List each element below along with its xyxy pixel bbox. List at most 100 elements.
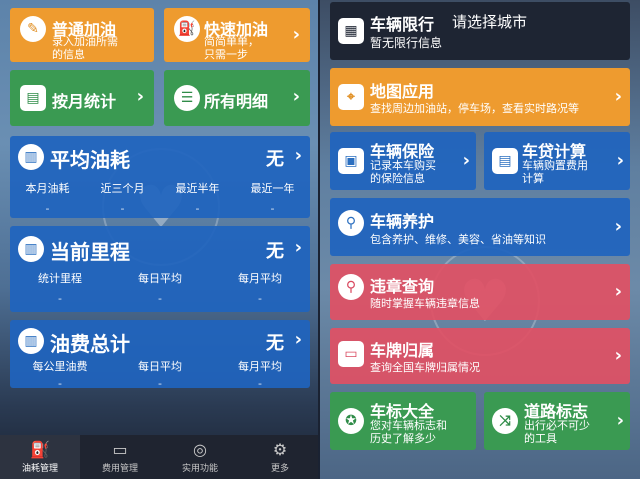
vehicle-insurance-desc-1: 记录本车购买 bbox=[370, 159, 436, 172]
calendar-icon: ▦ bbox=[338, 18, 364, 44]
map-app-title: 地图应用 bbox=[370, 82, 435, 101]
stat-daily-average: 每日平均 - bbox=[138, 272, 182, 305]
traffic-violation-query-desc: 随时掌握车辆违章信息 bbox=[370, 297, 480, 310]
chevron-right-icon: › bbox=[614, 345, 622, 366]
chevron-right-icon: › bbox=[614, 216, 622, 237]
car-logo-icon: ✪ bbox=[338, 408, 364, 434]
fuel-cost-stats: 每公里油费 - 每日平均 - 每月平均 - bbox=[10, 358, 310, 388]
search-icon: ⚲ bbox=[338, 210, 364, 236]
chevron-right-icon: › bbox=[294, 145, 302, 166]
traffic-violation-query-tile[interactable]: ⚲ 违章查询 随时掌握车辆违章信息 › bbox=[330, 264, 630, 320]
fuel-cost-total-title: 油费总计 bbox=[50, 332, 130, 356]
select-city-link[interactable]: 请选择城市 bbox=[452, 11, 527, 32]
stat-total-mileage: 统计里程 - bbox=[38, 272, 82, 305]
license-plate-icon: ▭ bbox=[338, 341, 364, 367]
fuel-cost-total-card[interactable]: ▥ 油费总计 无 › 每公里油费 - 每日平均 - 每月平均 - bbox=[10, 320, 310, 388]
chevron-right-icon: › bbox=[292, 24, 300, 45]
normal-refuel-desc-1: 录入加油所需 bbox=[52, 35, 118, 48]
map-app-tile[interactable]: ⌖ 地图应用 查找周边加油站，停车场，查看实时路况等 › bbox=[330, 68, 630, 126]
shield-card-icon: ▣ bbox=[338, 148, 364, 174]
gear-icon: ⚙ bbox=[272, 439, 288, 459]
current-mileage-title: 当前里程 bbox=[50, 240, 130, 264]
all-details-title: 所有明细 bbox=[204, 92, 269, 111]
pencil-icon: ✎ bbox=[20, 16, 46, 42]
car-logo-encyclopedia-tile[interactable]: ✪ 车标大全 您对车辆标志和 历史了解多少 bbox=[330, 392, 476, 450]
quick-refuel-desc-1: 简简单单， bbox=[204, 35, 259, 48]
normal-refuel-tile[interactable]: ✎ 普通加油 录入加油所需 的信息 bbox=[10, 8, 154, 62]
chevron-right-icon: › bbox=[614, 281, 622, 302]
license-plate-lookup-tile[interactable]: ▭ 车牌归属 查询全国车牌归属情况 › bbox=[330, 328, 630, 384]
tab-label: 更多 bbox=[270, 463, 289, 474]
stat-monthly-average: 每月平均 - bbox=[238, 272, 282, 305]
road-signs-desc-2: 的工具 bbox=[524, 432, 557, 445]
chevron-right-icon: › bbox=[292, 86, 300, 107]
bar-chart-icon: ▥ bbox=[18, 328, 44, 354]
average-fuel-value: 无 bbox=[266, 149, 284, 170]
calculator-icon: ▤ bbox=[492, 148, 518, 174]
chevron-right-icon: › bbox=[616, 410, 624, 431]
road-signs-desc-1: 出行必不可少 bbox=[524, 419, 590, 432]
compass-icon: ◎ bbox=[193, 439, 207, 459]
current-mileage-stats: 统计里程 - 每日平均 - 每月平均 - bbox=[10, 270, 310, 305]
current-mileage-card[interactable]: ▥ 当前里程 无 › 统计里程 - 每日平均 - 每月平均 - bbox=[10, 226, 310, 312]
average-fuel-card[interactable]: ▥ 平均油耗 无 › 本月油耗 - 近三个月 - 最近半年 - 最近一年 - bbox=[10, 136, 310, 218]
chevron-right-icon: › bbox=[294, 237, 302, 258]
tab-expense-management[interactable]: ▭ 费用管理 bbox=[80, 435, 160, 479]
tab-utilities[interactable]: ◎ 实用功能 bbox=[160, 435, 240, 479]
vehicle-restriction-title: 车辆限行 bbox=[370, 15, 435, 34]
vehicle-restriction-info: 暂无限行信息 bbox=[370, 36, 443, 50]
quick-refuel-desc-2: 只需一步 bbox=[204, 48, 248, 61]
monthly-stats-title: 按月统计 bbox=[52, 92, 117, 111]
map-app-desc: 查找周边加油站，停车场，查看实时路况等 bbox=[370, 102, 579, 115]
tab-label: 实用功能 bbox=[181, 463, 218, 474]
monthly-stats-tile[interactable]: ▤ 按月统计 › bbox=[10, 70, 154, 126]
license-plate-lookup-desc: 查询全国车牌归属情况 bbox=[370, 361, 480, 374]
bar-chart-icon: ▥ bbox=[18, 144, 44, 170]
tab-label: 油耗管理 bbox=[21, 463, 58, 474]
fuel-pump-icon: ⛽ bbox=[174, 16, 200, 42]
stat-cost-per-km: 每公里油费 - bbox=[32, 360, 88, 388]
vehicle-restriction-tile[interactable]: ▦ 车辆限行 请选择城市 暂无限行信息 bbox=[330, 2, 630, 60]
stat-last-year: 最近一年 - bbox=[250, 182, 295, 215]
chevron-right-icon: › bbox=[462, 150, 470, 171]
stat-last-half-year: 最近半年 - bbox=[175, 182, 220, 215]
average-fuel-stats: 本月油耗 - 近三个月 - 最近半年 - 最近一年 - bbox=[10, 180, 310, 215]
map-pin-icon: ⌖ bbox=[338, 84, 364, 110]
stat-this-month: 本月油耗 - bbox=[25, 182, 70, 215]
wallet-icon: ▭ bbox=[112, 439, 128, 459]
quick-refuel-tile[interactable]: ⛽ 快速加油 简简单单， 只需一步 › bbox=[164, 8, 310, 62]
stat-cost-daily-average: 每日平均 - bbox=[138, 360, 182, 388]
normal-refuel-desc-2: 的信息 bbox=[52, 48, 85, 61]
fuel-can-icon: ⛽ bbox=[30, 439, 50, 459]
utilities-screen: ♥ ▦ 车辆限行 请选择城市 暂无限行信息 ⌖ 地图应用 查找周边加油站，停车场… bbox=[320, 0, 640, 479]
all-details-tile[interactable]: ☰ 所有明细 › bbox=[164, 70, 310, 126]
vehicle-insurance-tile[interactable]: ▣ 车辆保险 记录本车购买 的保险信息 › bbox=[330, 132, 476, 190]
vehicle-maintenance-title: 车辆养护 bbox=[370, 212, 435, 231]
vehicle-insurance-desc-2: 的保险信息 bbox=[370, 172, 425, 185]
car-loan-calculator-tile[interactable]: ▤ 车贷计算 车辆购置费用 计算 › bbox=[484, 132, 630, 190]
chevron-right-icon: › bbox=[616, 150, 624, 171]
current-mileage-value: 无 bbox=[266, 241, 284, 262]
bar-chart-icon: ▥ bbox=[18, 236, 44, 262]
chevron-right-icon: › bbox=[294, 329, 302, 350]
tab-fuel-management[interactable]: ⛽ 油耗管理 bbox=[0, 435, 80, 479]
tab-label: 费用管理 bbox=[101, 463, 138, 474]
bottom-tab-bar: ⛽ 油耗管理 ▭ 费用管理 ◎ 实用功能 ⚙ 更多 bbox=[0, 435, 320, 479]
car-logo-encyclopedia-desc-2: 历史了解多少 bbox=[370, 432, 436, 445]
search-icon: ⚲ bbox=[338, 274, 364, 300]
list-icon: ☰ bbox=[174, 85, 200, 111]
license-plate-lookup-title: 车牌归属 bbox=[370, 341, 435, 360]
chevron-right-icon: › bbox=[614, 86, 622, 107]
vehicle-maintenance-desc: 包含养护、维修、美容、省油等知识 bbox=[370, 233, 546, 246]
car-logo-encyclopedia-desc-1: 您对车辆标志和 bbox=[370, 419, 447, 432]
car-loan-calculator-desc-1: 车辆购置费用 bbox=[522, 159, 588, 172]
average-fuel-title: 平均油耗 bbox=[50, 148, 130, 172]
tab-more[interactable]: ⚙ 更多 bbox=[240, 435, 320, 479]
vehicle-maintenance-tile[interactable]: ⚲ 车辆养护 包含养护、维修、美容、省油等知识 › bbox=[330, 198, 630, 256]
car-loan-calculator-desc-2: 计算 bbox=[522, 172, 544, 185]
road-signs-tile[interactable]: ⤨ 道路标志 出行必不可少 的工具 › bbox=[484, 392, 630, 450]
stat-last-three-months: 近三个月 - bbox=[100, 182, 145, 215]
traffic-violation-query-title: 违章查询 bbox=[370, 277, 435, 296]
road-sign-icon: ⤨ bbox=[492, 408, 518, 434]
fuel-management-screen: ♥ ✎ 普通加油 录入加油所需 的信息 ⛽ 快速加油 简简单单， 只需一步 › … bbox=[0, 0, 320, 479]
